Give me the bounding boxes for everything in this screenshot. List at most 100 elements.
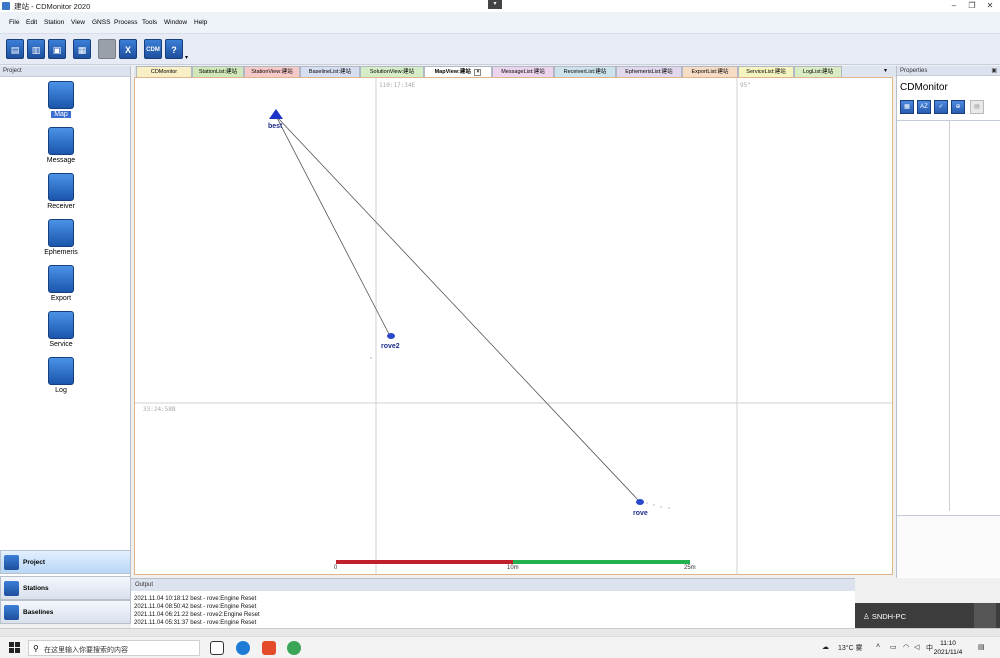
project-item-ephemeris[interactable]: Ephemeris xyxy=(0,219,122,256)
nav-label: Project xyxy=(23,559,46,566)
map-view[interactable]: 110:17:34E 95" 33:24:58N best rove2 rove… xyxy=(134,77,893,575)
user-popup-button[interactable] xyxy=(974,603,996,628)
close-tool-button[interactable]: X xyxy=(119,39,137,59)
map-canvas[interactable] xyxy=(135,78,893,575)
nav-project[interactable]: Project xyxy=(0,550,131,574)
tab-servicelist[interactable]: ServiceList:建站 xyxy=(738,66,794,77)
project-item-label: Export xyxy=(50,295,72,302)
scale-bar-green-segment xyxy=(513,560,690,564)
save-as-icon[interactable]: ▦ xyxy=(73,39,91,59)
cdm-button[interactable]: CDM xyxy=(144,39,162,59)
close-window-icon[interactable]: ✕ xyxy=(984,1,996,10)
search-icon: ⚲ xyxy=(33,644,39,653)
weather-icon[interactable]: ☁ xyxy=(822,643,829,651)
menu-station[interactable]: Station xyxy=(44,19,64,26)
output-line: 2021.11.04 08:50:42 best - rove:Engine R… xyxy=(134,604,257,610)
events-button[interactable]: ⊕ xyxy=(951,100,965,114)
output-line: 2021.11.04 10:18:12 best - rove:Engine R… xyxy=(134,596,257,602)
menu-help[interactable]: Help xyxy=(194,19,207,26)
nav-baselines[interactable]: Baselines xyxy=(0,600,131,624)
user-popup-label: ♙ SNDH-PC xyxy=(863,612,906,621)
track-point xyxy=(668,507,670,509)
windows-start-icon[interactable] xyxy=(9,642,20,653)
menu-edit[interactable]: Edit xyxy=(26,19,37,26)
baseline-best-rove2[interactable] xyxy=(275,115,391,337)
toolbar: ▤ ▥ ▣ ▦ X CDM ? ▾ xyxy=(0,34,1000,65)
tab-messagelist[interactable]: MessageList:建站 xyxy=(492,66,554,77)
tray-chevron-icon[interactable]: ˄ xyxy=(876,643,880,650)
nav-stations[interactable]: Stations xyxy=(0,576,131,600)
menu-view[interactable]: View xyxy=(71,19,85,26)
project-item-message[interactable]: Message xyxy=(0,127,122,164)
project-item-map[interactable]: Map xyxy=(0,81,122,118)
task-view-icon[interactable] xyxy=(210,641,224,655)
categorized-button[interactable]: ▦ xyxy=(900,100,914,114)
tab-receiverlist[interactable]: ReceiverList:建站 xyxy=(554,66,616,77)
clock[interactable]: 11:10 2021/11/4 xyxy=(928,639,968,657)
menu-process[interactable]: Process xyxy=(114,19,137,26)
tab-ephemerislist[interactable]: EphemerisList:建站 xyxy=(616,66,682,77)
track-point xyxy=(660,506,662,508)
rover-marker-rove2[interactable] xyxy=(387,333,395,339)
project-item-log[interactable]: Log xyxy=(0,357,122,394)
baseline-best-rove[interactable] xyxy=(275,115,641,503)
project-item-receiver[interactable]: Receiver xyxy=(0,173,122,210)
menu-file[interactable]: File xyxy=(9,19,19,26)
app-icon-orange[interactable] xyxy=(262,641,276,655)
tab-baselinelist[interactable]: BaselineList:建站 xyxy=(300,66,360,77)
user-name: SNDH-PC xyxy=(871,612,906,621)
app-icon-green[interactable] xyxy=(287,641,301,655)
help-button[interactable]: ? xyxy=(165,39,183,59)
tab-mapview[interactable]: MapView:建站 × xyxy=(424,66,492,77)
notification-icon[interactable]: ▤ xyxy=(978,643,985,651)
properties-header: Properties ▣ xyxy=(897,66,1000,76)
waveform-icon xyxy=(48,127,74,155)
user-popup[interactable]: ♙ SNDH-PC xyxy=(855,603,1000,628)
alphabetical-button[interactable]: AZ xyxy=(917,100,931,114)
weather-text[interactable]: 13°C 雾 xyxy=(838,643,863,653)
horizontal-scrollbar[interactable] xyxy=(0,628,1000,636)
user-icon: ♙ xyxy=(863,612,872,621)
tab-solutionview[interactable]: SolutionView:建站 xyxy=(360,66,424,77)
tab-stationlist[interactable]: StationList:建站 xyxy=(192,66,244,77)
menu-tools[interactable]: Tools xyxy=(142,19,157,26)
longitude-label: 110:17:34E xyxy=(379,82,416,89)
longitude-label-right: 95" xyxy=(740,82,751,89)
project-panel-header: Project xyxy=(0,66,130,77)
network-icon[interactable]: ▭ xyxy=(890,643,897,651)
base-station-marker[interactable] xyxy=(269,109,283,119)
wifi-icon[interactable]: ◠ xyxy=(903,643,909,651)
tab-stationview[interactable]: StationView:建站 xyxy=(244,66,300,77)
tab-loglist[interactable]: LogList:建站 xyxy=(794,66,842,77)
project-item-service[interactable]: Service xyxy=(0,311,122,348)
app-icon xyxy=(2,2,10,10)
menu-window[interactable]: Window xyxy=(164,19,187,26)
new-document-icon[interactable]: ▤ xyxy=(6,39,24,59)
project-item-export[interactable]: Export xyxy=(0,265,122,302)
apply-button[interactable]: ✓ xyxy=(934,100,948,114)
edge-browser-icon[interactable] xyxy=(236,641,250,655)
project-panel: Project Map Message Receiver Ephemeris E… xyxy=(0,66,131,577)
tab-cdmonitor[interactable]: CDMonitor xyxy=(136,66,192,77)
open-icon[interactable]: ▥ xyxy=(27,39,45,59)
menu-gnss[interactable]: GNSS xyxy=(92,19,110,26)
volume-icon[interactable]: ◁ xyxy=(914,643,919,651)
rover-marker-rove[interactable] xyxy=(636,499,644,505)
tab-close-icon[interactable]: × xyxy=(474,69,482,76)
export-icon xyxy=(48,265,74,293)
tab-exportlist[interactable]: ExportList:建站 xyxy=(682,66,738,77)
minimize-icon[interactable]: – xyxy=(948,1,960,10)
tab-overflow-icon[interactable]: ▾ xyxy=(884,67,887,74)
caption-dropdown-icon[interactable]: ▾ xyxy=(488,0,502,9)
pin-icon[interactable]: ▣ xyxy=(991,67,997,74)
baselines-nav-icon xyxy=(4,605,19,620)
person-icon xyxy=(48,311,74,339)
nav-label: Baselines xyxy=(23,609,54,616)
project-nav-icon xyxy=(4,555,19,570)
toolbar-overflow-icon[interactable]: ▾ xyxy=(185,54,188,61)
restore-icon[interactable]: ❐ xyxy=(966,1,978,10)
save-icon[interactable]: ▣ xyxy=(48,39,66,59)
taskbar-search-box[interactable]: ⚲ 在这里输入你要搜索的内容 xyxy=(28,640,200,656)
property-grid[interactable] xyxy=(897,120,1000,580)
disabled-tool-icon xyxy=(98,39,116,59)
